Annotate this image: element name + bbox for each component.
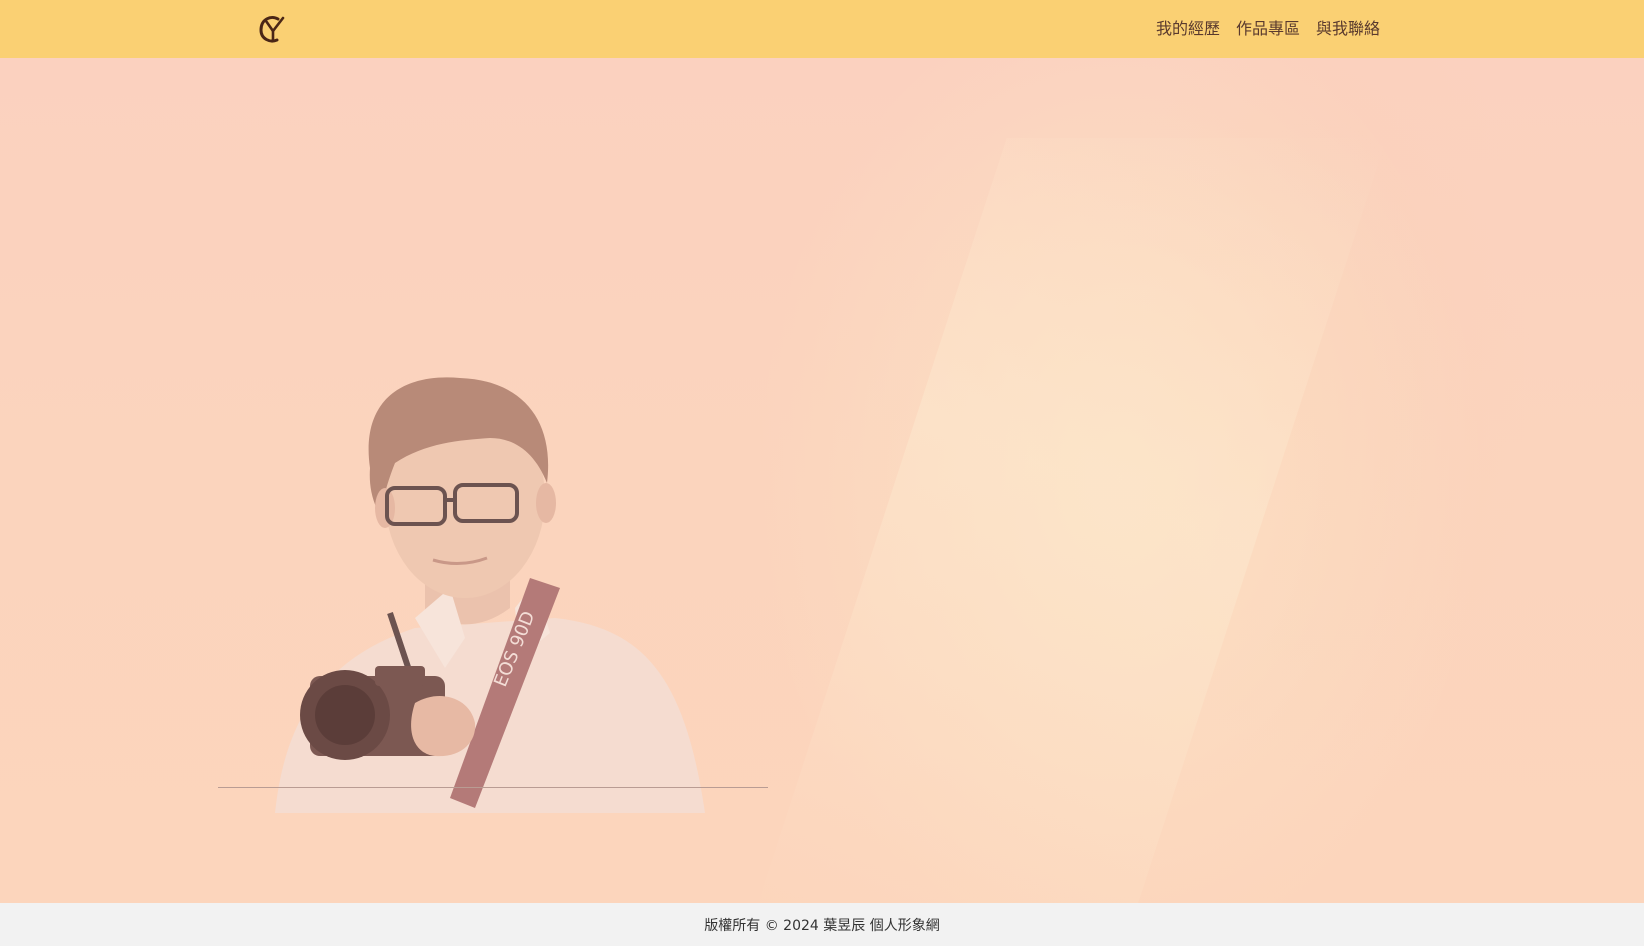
main-nav: 我的經歷 作品專區 與我聯絡 xyxy=(1156,0,1380,58)
portrait-image: EOS 90D xyxy=(275,377,705,813)
site-header: 我的經歷 作品專區 與我聯絡 xyxy=(0,0,1644,58)
yc-monogram-icon xyxy=(259,15,285,43)
nav-item-portfolio[interactable]: 作品專區 xyxy=(1236,0,1300,58)
site-footer: 版權所有 © 2024 葉昱辰 個人形象網 xyxy=(0,903,1644,946)
copyright-text: 版權所有 © 2024 葉昱辰 個人形象網 xyxy=(704,917,940,934)
hero-divider xyxy=(218,787,768,788)
nav-item-experience[interactable]: 我的經歷 xyxy=(1156,0,1220,58)
hero-section: EOS 90D xyxy=(0,58,1644,903)
hero-light-streak xyxy=(753,138,1387,903)
site-logo-icon[interactable] xyxy=(255,12,289,46)
nav-item-contact[interactable]: 與我聯絡 xyxy=(1316,0,1380,58)
